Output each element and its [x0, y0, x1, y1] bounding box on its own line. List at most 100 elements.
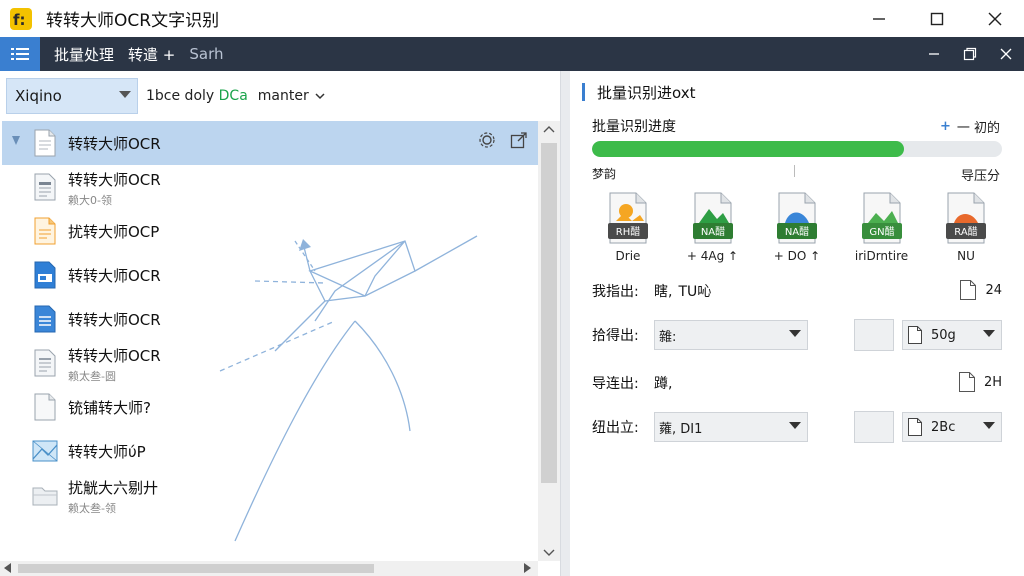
format-option[interactable]: RH醋 Drie: [592, 191, 664, 271]
progress-control-text: 一 初的: [956, 121, 1000, 136]
format-option[interactable]: GN醋 iriDrntire: [846, 191, 918, 271]
scroll-left-icon[interactable]: [4, 563, 12, 574]
filter-select[interactable]: Xiqino: [6, 78, 138, 114]
image-icon: [32, 440, 58, 462]
batch-panel: 批量识别进oxt 批量识别进度 + 一 初的 梦韵 导压分 RH醋 Drie N…: [570, 71, 1024, 576]
expand-arrow-icon[interactable]: [12, 136, 20, 146]
share-icon[interactable]: [510, 131, 528, 149]
option-value: TU吣: [678, 284, 712, 300]
format-badge: RH醋: [616, 225, 640, 238]
panel-restore-button[interactable]: [952, 37, 988, 71]
menu-item-batch[interactable]: 批量处理: [54, 44, 114, 65]
add-icon[interactable]: +: [940, 119, 951, 134]
option-text: 蹲,: [654, 376, 673, 392]
file-row[interactable]: 扰转大师OCP: [2, 209, 538, 253]
option-row: 纽出立: 蕹, DI1 2Bc: [592, 411, 1002, 443]
filter-text-accent: DCa: [218, 88, 248, 104]
file-name: 转转大师ύP: [68, 442, 146, 461]
restore-icon: [963, 47, 977, 61]
branch-dropdown[interactable]: manter: [258, 88, 325, 104]
document-blank-icon: [34, 393, 56, 421]
color-swatch[interactable]: [854, 411, 894, 443]
panel-close-button[interactable]: [988, 37, 1024, 71]
option-select[interactable]: 雜:: [654, 320, 808, 350]
format-option[interactable]: NA醋 + 4Ag ↑: [677, 191, 749, 271]
panel-title: 批量识别进oxt: [597, 83, 696, 102]
document-icon: [34, 129, 56, 157]
file-name: 转转大师OCR: [68, 310, 161, 329]
chevron-down-icon: [315, 92, 325, 99]
file-list: 转转大师OCR 转转大师OCR 赖大0-领 扰转大师OCP 转转大师OCR 转转…: [2, 121, 538, 561]
chevron-down-icon: [983, 422, 995, 429]
filter-text-prefix: 1bce doly: [146, 88, 215, 104]
minimize-icon: [873, 17, 885, 20]
close-button[interactable]: [966, 0, 1024, 37]
menu-toggle-button[interactable]: [0, 37, 40, 71]
app-logo-icon: f:: [8, 6, 34, 32]
panel-minimize-button[interactable]: [916, 37, 952, 71]
file-row[interactable]: 转转大师OCR: [2, 297, 538, 341]
file-name: 转转大师OCR: [68, 266, 161, 285]
file-row[interactable]: 铳铺转大师?: [2, 385, 538, 429]
document-card-icon: [34, 261, 56, 289]
vertical-scrollbar[interactable]: [538, 121, 560, 561]
file-panel: Xiqino 1bce doly DCa manter 转转大师OCR 转转大师…: [0, 71, 560, 576]
menu-item-convert[interactable]: 转遣 +: [128, 44, 175, 65]
document-orange-icon: [34, 217, 56, 245]
image-format-icon: NA醋: [692, 192, 733, 244]
file-subtitle: 赖太叁-领: [68, 502, 116, 515]
progress-divider: [794, 165, 795, 177]
file-row[interactable]: 扰觥大六剔廾 赖太叁-领: [2, 473, 538, 517]
image-format-icon: NA醋: [777, 192, 817, 244]
document-lines-icon: [34, 349, 56, 377]
color-swatch[interactable]: [854, 319, 894, 351]
format-option[interactable]: RA醋 NU: [930, 191, 1002, 271]
file-row[interactable]: 转转大师ύP: [2, 429, 538, 473]
file-row[interactable]: 转转大师OCR 赖大0-领: [2, 165, 538, 209]
panel-header: 批量识别进oxt: [582, 81, 695, 103]
option-label: 拾得出:: [592, 328, 639, 344]
size-select[interactable]: 2Bc: [902, 412, 1002, 442]
format-label: + 4Ag ↑: [686, 249, 739, 263]
maximize-button[interactable]: [908, 0, 966, 37]
document-icon: [908, 418, 922, 436]
minimize-icon: [929, 53, 939, 55]
option-select-value: 雜:: [659, 329, 677, 345]
document-lines-icon: [34, 173, 56, 201]
progress-status-right: 导压分: [960, 169, 1000, 184]
panel-splitter[interactable]: [560, 71, 570, 576]
file-name: 铳铺转大师?: [68, 398, 151, 417]
size-select[interactable]: 50g: [902, 320, 1002, 350]
scroll-thumb[interactable]: [18, 564, 374, 573]
option-file[interactable]: 2H: [958, 371, 1002, 393]
option-select[interactable]: 蕹, DI1: [654, 412, 808, 442]
document-icon: [908, 326, 922, 344]
image-format-icon: RH醋: [608, 192, 648, 244]
horizontal-scrollbar[interactable]: [0, 561, 538, 576]
format-list: RH醋 Drie NA醋 + 4Ag ↑ NA醋 + DO ↑ GN醋 iriD…: [592, 191, 1002, 271]
scroll-up-icon[interactable]: [543, 125, 555, 133]
chevron-down-icon: [789, 330, 801, 337]
progress-controls[interactable]: + 一 初的: [940, 117, 1000, 136]
scroll-right-icon[interactable]: [524, 563, 532, 574]
size-select-value: 50g: [931, 327, 956, 343]
file-row[interactable]: 转转大师OCR: [2, 121, 538, 165]
format-option[interactable]: NA醋 + DO ↑: [761, 191, 833, 271]
option-select-value: 蕹, DI1: [659, 421, 703, 437]
scroll-down-icon[interactable]: [543, 549, 555, 557]
file-row[interactable]: 转转大师OCR 赖太叁-圆: [2, 341, 538, 385]
title-bar: f: 转转大师OCR文字识别: [0, 0, 1024, 37]
option-text: 瞎,: [654, 284, 673, 300]
filter-text: 1bce doly DCa: [146, 88, 248, 104]
option-label: 导连出:: [592, 376, 639, 392]
option-row: 我指出: 瞎, TU吣 24: [592, 275, 1002, 307]
settings-icon[interactable]: [478, 131, 496, 149]
minimize-button[interactable]: [850, 0, 908, 37]
file-row[interactable]: 转转大师OCR: [2, 253, 538, 297]
scroll-thumb[interactable]: [541, 143, 557, 483]
option-row: 拾得出: 雜: 50g: [592, 319, 1002, 351]
progress-label: 批量识别进度: [592, 119, 676, 135]
progress-fill: [592, 141, 904, 157]
option-file[interactable]: 24: [959, 279, 1002, 301]
menu-item-search[interactable]: Sarh: [189, 45, 223, 63]
